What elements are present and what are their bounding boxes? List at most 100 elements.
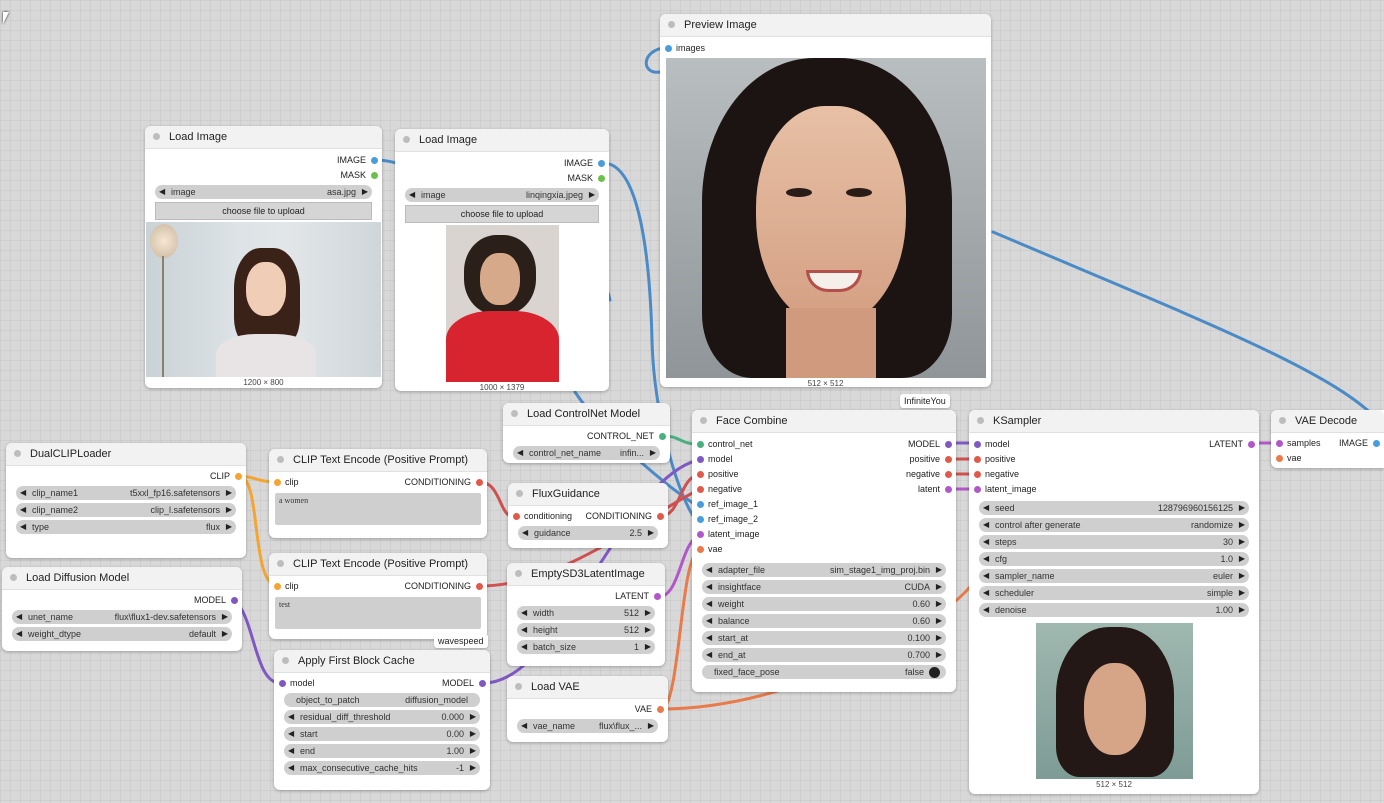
control-net-name-select[interactable]: ◀ control_net_name infin... ▶ — [513, 446, 660, 460]
arrow-left-icon[interactable]: ◀ — [521, 640, 527, 654]
arrow-left-icon[interactable]: ◀ — [288, 744, 294, 758]
output-conditioning[interactable]: CONDITIONING — [405, 475, 488, 490]
arrow-right-icon[interactable]: ▶ — [470, 727, 476, 741]
arrow-left-icon[interactable]: ◀ — [409, 188, 415, 202]
end-field[interactable]: ◀ end 1.00 ▶ — [284, 744, 480, 758]
socket-icon[interactable] — [697, 531, 704, 538]
preview-image-node[interactable]: Preview Image images 512 × 512 — [660, 14, 991, 388]
arrow-left-icon[interactable]: ◀ — [983, 535, 989, 549]
collapse-dot-icon[interactable] — [403, 136, 410, 143]
collapse-dot-icon[interactable] — [700, 417, 707, 424]
input-negative[interactable]: negative — [692, 482, 742, 497]
weight-field[interactable]: ◀ weight 0.60 ▶ — [702, 597, 946, 611]
arrow-left-icon[interactable]: ◀ — [983, 518, 989, 532]
collapse-dot-icon[interactable] — [282, 657, 289, 664]
arrow-right-icon[interactable]: ▶ — [226, 520, 232, 534]
arrow-left-icon[interactable]: ◀ — [706, 648, 712, 662]
cfg-field[interactable]: ◀ cfg 1.0 ▶ — [979, 552, 1249, 566]
prompt-textarea[interactable]: test — [275, 597, 481, 629]
collapse-dot-icon[interactable] — [515, 683, 522, 690]
scheduler-select[interactable]: ◀ scheduler simple ▶ — [979, 586, 1249, 600]
input-positive[interactable]: positive — [692, 467, 739, 482]
flux-guidance-node[interactable]: FluxGuidance conditioning CONDITIONING ◀ g… — [508, 483, 668, 548]
sampler-name-select[interactable]: ◀ sampler_name euler ▶ — [979, 569, 1249, 583]
output-vae[interactable]: VAE — [635, 702, 668, 717]
socket-icon[interactable] — [476, 479, 483, 486]
arrow-left-icon[interactable]: ◀ — [706, 631, 712, 645]
load-image-node-2[interactable]: Load Image IMAGE MASK ◀ image linqingxia.j… — [395, 129, 609, 392]
collapse-dot-icon[interactable] — [1279, 417, 1286, 424]
output-control-net[interactable]: CONTROL_NET — [587, 429, 670, 444]
arrow-right-icon[interactable]: ▶ — [936, 631, 942, 645]
vae-name-select[interactable]: ◀ vae_name flux\flux_... ▶ — [517, 719, 658, 733]
arrow-left-icon[interactable]: ◀ — [706, 597, 712, 611]
node-title[interactable]: KSampler — [969, 410, 1259, 433]
socket-icon[interactable] — [513, 513, 520, 520]
node-title[interactable]: Apply First Block Cache — [274, 650, 490, 673]
socket-icon[interactable] — [974, 456, 981, 463]
batch-size-field[interactable]: ◀ batch_size 1 ▶ — [517, 640, 655, 654]
collapse-dot-icon[interactable] — [977, 417, 984, 424]
arrow-right-icon[interactable]: ▶ — [936, 580, 942, 594]
collapse-dot-icon[interactable] — [515, 570, 522, 577]
arrow-right-icon[interactable]: ▶ — [226, 486, 232, 500]
start-field[interactable]: ◀ start 0.00 ▶ — [284, 727, 480, 741]
arrow-left-icon[interactable]: ◀ — [983, 603, 989, 617]
socket-icon[interactable] — [697, 501, 704, 508]
clip-name2-select[interactable]: ◀ clip_name2 clip_l.safetensors ▶ — [16, 503, 236, 517]
input-model[interactable]: model — [274, 676, 315, 691]
node-title[interactable]: DualCLIPLoader — [6, 443, 246, 466]
socket-icon[interactable] — [279, 680, 286, 687]
node-title[interactable]: Preview Image — [660, 14, 991, 37]
max-consecutive-cache-hits-field[interactable]: ◀ max_consecutive_cache_hits -1 ▶ — [284, 761, 480, 775]
arrow-left-icon[interactable]: ◀ — [521, 606, 527, 620]
arrow-left-icon[interactable]: ◀ — [983, 552, 989, 566]
node-title[interactable]: EmptySD3LatentImage — [507, 563, 665, 586]
collapse-dot-icon[interactable] — [277, 456, 284, 463]
clip-text-encode-node-2[interactable]: CLIP Text Encode (Positive Prompt) clip C… — [269, 553, 487, 639]
socket-icon[interactable] — [974, 471, 981, 478]
collapse-dot-icon[interactable] — [277, 560, 284, 567]
clip-name1-select[interactable]: ◀ clip_name1 t5xxl_fp16.safetensors ▶ — [16, 486, 236, 500]
arrow-left-icon[interactable]: ◀ — [706, 580, 712, 594]
image-select[interactable]: ◀ image linqingxia.jpeg ▶ — [405, 188, 599, 202]
adapter-file-select[interactable]: ◀ adapter_file sim_stage1_img_proj.bin ▶ — [702, 563, 946, 577]
socket-icon[interactable] — [274, 583, 281, 590]
load-image-node-1[interactable]: Load Image IMAGE MASK ◀ image asa.jpg ▶ cho… — [145, 126, 382, 388]
arrow-left-icon[interactable]: ◀ — [20, 520, 26, 534]
arrow-left-icon[interactable]: ◀ — [521, 623, 527, 637]
socket-icon[interactable] — [659, 433, 666, 440]
arrow-left-icon[interactable]: ◀ — [288, 761, 294, 775]
output-image[interactable]: IMAGE — [564, 156, 609, 171]
output-model[interactable]: MODEL — [442, 676, 490, 691]
toggle-knob-icon[interactable] — [929, 667, 940, 678]
arrow-right-icon[interactable]: ▶ — [1239, 586, 1245, 600]
arrow-right-icon[interactable]: ▶ — [1239, 603, 1245, 617]
input-latent-image[interactable]: latent_image — [692, 527, 760, 542]
input-conditioning[interactable]: conditioning — [508, 509, 572, 524]
load-vae-node[interactable]: Load VAE VAE ◀ vae_name flux\flux_... ▶ — [507, 676, 668, 742]
socket-icon[interactable] — [945, 456, 952, 463]
socket-icon[interactable] — [274, 479, 281, 486]
arrow-right-icon[interactable]: ▶ — [470, 744, 476, 758]
arrow-left-icon[interactable]: ◀ — [20, 503, 26, 517]
socket-icon[interactable] — [1276, 455, 1283, 462]
output-conditioning[interactable]: CONDITIONING — [405, 579, 488, 594]
input-vae[interactable]: vae — [1271, 451, 1302, 466]
ksampler-node[interactable]: KSampler model positive negative latent_… — [969, 410, 1259, 794]
object-to-patch-field[interactable]: object_to_patch diffusion_model — [284, 693, 480, 707]
arrow-right-icon[interactable]: ▶ — [1239, 535, 1245, 549]
node-title[interactable]: Load ControlNet Model — [503, 403, 670, 426]
arrow-right-icon[interactable]: ▶ — [470, 710, 476, 724]
clip-text-encode-node-1[interactable]: CLIP Text Encode (Positive Prompt) clip C… — [269, 449, 487, 538]
socket-icon[interactable] — [231, 597, 238, 604]
output-image[interactable]: IMAGE — [1339, 436, 1384, 451]
prompt-textarea[interactable]: a women — [275, 493, 481, 525]
arrow-left-icon[interactable]: ◀ — [983, 569, 989, 583]
arrow-left-icon[interactable]: ◀ — [983, 586, 989, 600]
arrow-right-icon[interactable]: ▶ — [645, 640, 651, 654]
apply-first-block-cache-node[interactable]: Apply First Block Cache model MODEL objec… — [274, 650, 490, 790]
input-clip[interactable]: clip — [269, 579, 299, 594]
output-latent[interactable]: latent — [918, 482, 956, 497]
arrow-left-icon[interactable]: ◀ — [16, 627, 22, 641]
